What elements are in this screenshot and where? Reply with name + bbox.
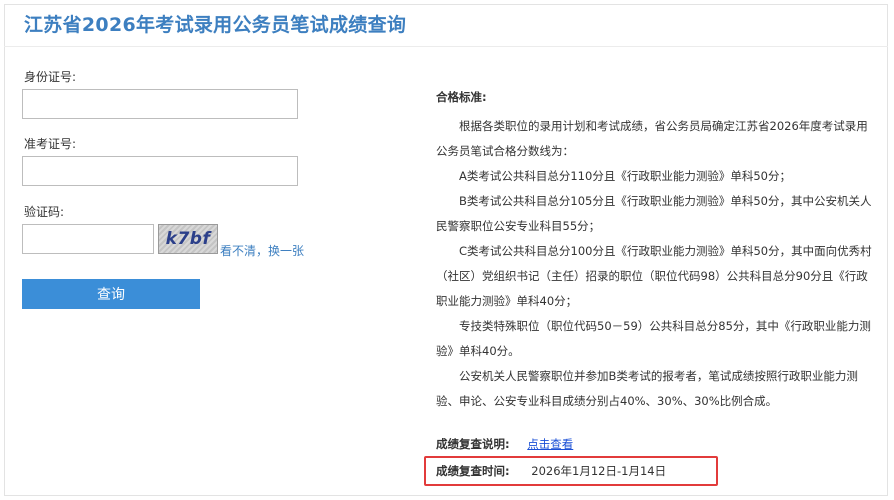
review-time-row: 成绩复查时间: 2026年1月12日-1月14日 <box>436 463 666 479</box>
standards-paragraph: B类考试公共科目总分105分且《行政职业能力测验》单科50分，其中公安机关人民警… <box>436 194 872 233</box>
standards-paragraph: A类考试公共科目总分110分且《行政职业能力测验》单科50分； <box>459 169 791 183</box>
review-info-label: 成绩复查说明: <box>436 437 510 451</box>
standards-paragraph: 专技类特殊职位（职位代码50－59）公共科目总分85分，其中《行政职业能力测验》… <box>436 319 871 358</box>
review-info-link[interactable]: 点击查看 <box>527 437 573 451</box>
id-number-label: 身份证号: <box>24 70 77 84</box>
standards-title: 合格标准: <box>436 90 487 104</box>
review-time-value: 2026年1月12日-1月14日 <box>531 464 667 478</box>
ticket-number-label: 准考证号: <box>24 137 77 151</box>
standards-paragraph: C类考试公共科目总分100分且《行政职业能力测验》单科50分，其中面向优秀村（社… <box>436 244 872 308</box>
standards-paragraph: 公安机关人民警察职位并参加B类考试的报考者，笔试成绩按照行政职业能力测验、申论、… <box>436 369 858 408</box>
standards-paragraph: 根据各类职位的录用计划和考试成绩，省公务员局确定江苏省2026年度考试录用公务员… <box>436 119 868 158</box>
review-info-row: 成绩复查说明: 点击查看 <box>436 436 573 452</box>
ticket-number-input[interactable] <box>22 156 298 186</box>
id-number-input[interactable] <box>22 89 298 119</box>
refresh-captcha-link[interactable]: 看不清，换一张 <box>220 242 304 259</box>
captcha-input[interactable] <box>22 224 154 254</box>
title-divider <box>4 46 888 47</box>
captcha-image[interactable]: k7bf <box>158 224 218 254</box>
pass-standards: 合格标准: 根据各类职位的录用计划和考试成绩，省公务员局确定江苏省2026年度考… <box>436 88 876 414</box>
page-title: 江苏省2026年考试录用公务员笔试成绩查询 <box>24 14 407 36</box>
query-button[interactable]: 查询 <box>22 279 200 309</box>
captcha-label: 验证码: <box>24 205 65 219</box>
review-time-label: 成绩复查时间: <box>436 464 510 478</box>
